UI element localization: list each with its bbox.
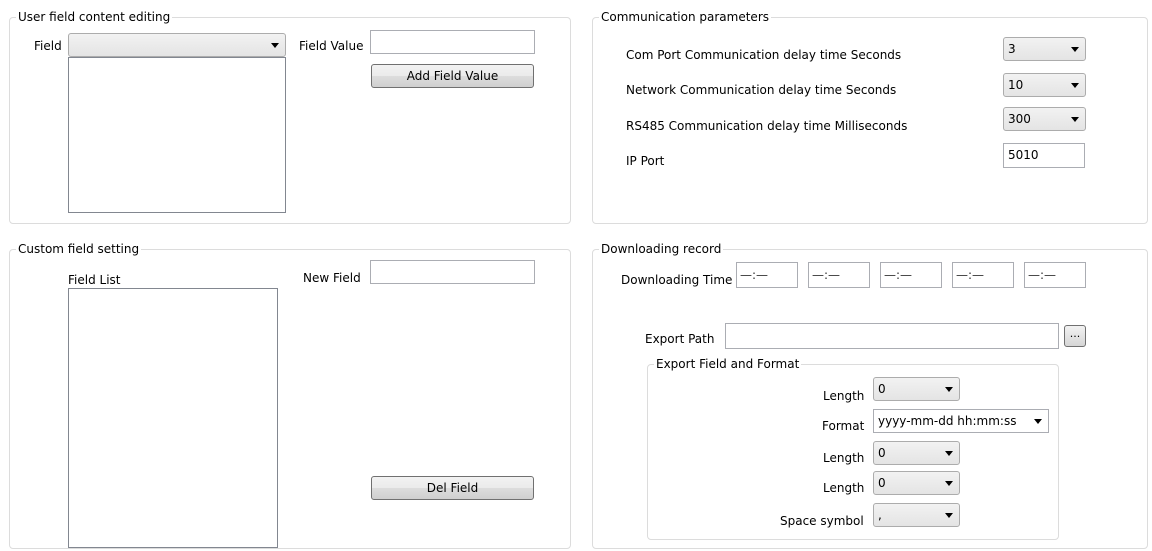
field-list-label: Field List (68, 273, 121, 287)
chevron-down-icon (945, 387, 953, 392)
length-label-2: Length (823, 451, 865, 465)
field-value-input[interactable] (370, 30, 535, 54)
del-field-button[interactable]: Del Field (371, 476, 534, 500)
com-port-delay-value: 3 (1008, 42, 1016, 56)
length-value-1: 0 (878, 382, 886, 396)
download-time-input-5[interactable]: —:— (1024, 262, 1086, 288)
format-value: yyyy-mm-dd hh:mm:ss (878, 414, 1017, 428)
chevron-down-icon (945, 513, 953, 518)
user-field-group-title: User field content editing (16, 9, 173, 25)
network-delay-dropdown[interactable]: 10 (1003, 73, 1086, 97)
chevron-down-icon (1071, 117, 1079, 122)
new-field-label: New Field (303, 271, 361, 285)
length-label-3: Length (823, 481, 865, 495)
chevron-down-icon (1071, 47, 1079, 52)
length-dropdown-2[interactable]: 0 (873, 441, 960, 465)
com-port-delay-dropdown[interactable]: 3 (1003, 37, 1086, 61)
space-symbol-value: , (878, 508, 882, 522)
chevron-down-icon (945, 451, 953, 456)
network-delay-value: 10 (1008, 78, 1024, 92)
comm-params-group-title: Communication parameters (599, 9, 771, 25)
export-path-label: Export Path (645, 332, 715, 346)
export-field-format-title: Export Field and Format (654, 356, 802, 372)
custom-field-group-title: Custom field setting (16, 241, 142, 257)
length-dropdown-3[interactable]: 0 (873, 471, 960, 495)
ip-port-input[interactable]: 5010 (1003, 143, 1085, 168)
download-time-input-4[interactable]: —:— (952, 262, 1014, 288)
network-delay-label: Network Communication delay time Seconds (626, 83, 897, 97)
space-symbol-dropdown[interactable]: , (873, 503, 960, 527)
rs485-delay-value: 300 (1008, 112, 1031, 126)
export-path-input[interactable] (725, 323, 1059, 349)
new-field-input[interactable] (370, 260, 535, 284)
download-time-input-2[interactable]: —:— (808, 262, 870, 288)
chevron-down-icon (271, 43, 279, 48)
downloading-record-group-title: Downloading record (599, 241, 724, 257)
rs485-delay-label: RS485 Communication delay time Milliseco… (626, 119, 908, 133)
download-time-input-3[interactable]: —:— (880, 262, 942, 288)
add-field-value-button[interactable]: Add Field Value (371, 64, 534, 88)
chevron-down-icon (1071, 83, 1079, 88)
rs485-delay-dropdown[interactable]: 300 (1003, 107, 1086, 131)
space-symbol-label: Space symbol (780, 514, 864, 528)
format-dropdown[interactable]: yyyy-mm-dd hh:mm:ss (873, 409, 1049, 433)
downloading-time-label: Downloading Time (621, 273, 733, 287)
field-dropdown[interactable] (68, 33, 286, 57)
chevron-down-icon (945, 481, 953, 486)
length-value-3: 0 (878, 476, 886, 490)
length-label-1: Length (823, 389, 865, 403)
browse-button[interactable]: ... (1064, 325, 1086, 347)
ip-port-label: IP Port (626, 154, 665, 168)
length-value-2: 0 (878, 446, 886, 460)
length-dropdown-1[interactable]: 0 (873, 377, 960, 401)
field-value-label: Field Value (299, 39, 364, 53)
format-label: Format (822, 419, 865, 433)
field-list[interactable] (68, 288, 278, 548)
field-value-list[interactable] (68, 57, 286, 213)
com-port-delay-label: Com Port Communication delay time Second… (626, 48, 902, 62)
chevron-down-icon (1034, 419, 1042, 424)
field-label: Field (34, 39, 62, 53)
download-time-input-1[interactable]: —:— (736, 262, 798, 288)
